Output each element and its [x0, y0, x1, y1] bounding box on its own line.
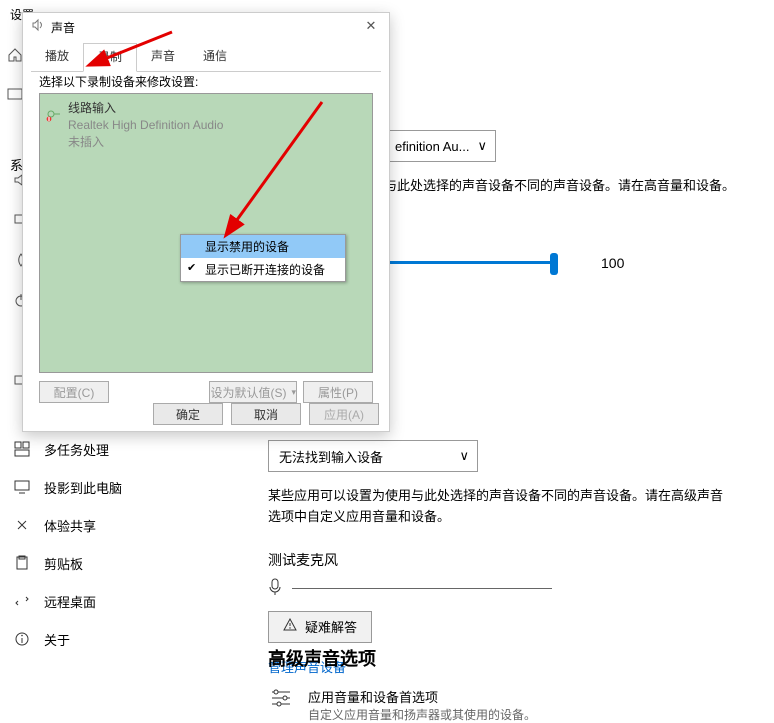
chevron-down-icon: ∨ [477, 138, 487, 154]
sidebar-item-label: 远程桌面 [44, 592, 96, 611]
output-device-dropdown[interactable]: efinition Au... ∨ [384, 130, 496, 162]
set-default-button[interactable]: 设为默认值(S) [209, 381, 297, 403]
app-volume-pref[interactable]: 应用音量和设备首选项 自定义应用音量和扬声器或其使用的设备。 [268, 687, 748, 723]
tab-playback[interactable]: 播放 [31, 43, 83, 71]
advanced-section: 高级声音选项 应用音量和设备首选项 自定义应用音量和扬声器或其使用的设备。 [268, 645, 748, 723]
sidebar-item-share[interactable]: 体验共享 [10, 506, 190, 544]
configure-button[interactable]: 配置(C) [39, 381, 109, 403]
check-icon: ✔ [187, 261, 196, 274]
speaker-icon [31, 18, 45, 32]
menu-item-label: 显示已断开连接的设备 [205, 263, 325, 277]
sound-dialog: 声音 ✕ 播放 录制 声音 通信 选择以下录制设备来修改设置: 线路输入 Rea… [22, 12, 390, 432]
menu-show-disconnected[interactable]: ✔ 显示已断开连接的设备 [181, 258, 345, 281]
slider-thumb[interactable] [550, 253, 558, 275]
tab-sounds[interactable]: 声音 [137, 43, 189, 71]
input-device-dropdown[interactable]: 无法找到输入设备 ∨ [268, 440, 478, 472]
tab-recording[interactable]: 录制 [83, 43, 137, 72]
input-description: 某些应用可以设置为使用与此处选择的声音设备不同的声音设备。请在高级声音选项中自定… [268, 486, 728, 528]
sliders-icon [268, 687, 294, 709]
tab-communications[interactable]: 通信 [189, 43, 241, 71]
mic-level-bar [292, 588, 552, 589]
mic-test-row [268, 578, 748, 599]
menu-item-label: 显示禁用的设备 [205, 240, 289, 254]
sidebar-item-label: 投影到此电脑 [44, 478, 122, 497]
multitask-icon [14, 441, 30, 457]
menu-show-disabled[interactable]: 显示禁用的设备 [181, 235, 345, 258]
tab-strip: 播放 录制 声音 通信 [31, 43, 381, 72]
dialog-title: 声音 [51, 19, 75, 36]
slider-value: 100 [601, 255, 624, 271]
output-description: 与此处选择的声音设备不同的声音设备。请在高音量和设备。 [384, 176, 748, 197]
microphone-icon [268, 578, 282, 599]
sidebar-item-remote[interactable]: 远程桌面 [10, 582, 190, 620]
troubleshoot-button[interactable]: 疑难解答 [268, 611, 372, 643]
device-item-line-in[interactable]: 线路输入 Realtek High Definition Audio 未插入 [40, 94, 372, 152]
sidebar-item-label: 剪贴板 [44, 554, 83, 573]
sidebar-item-about[interactable]: 关于 [10, 620, 190, 658]
test-mic-label: 测试麦克风 [268, 550, 748, 570]
advanced-heading: 高级声音选项 [268, 645, 748, 671]
troubleshoot-label: 疑难解答 [305, 617, 357, 636]
cancel-button[interactable]: 取消 [231, 403, 301, 425]
dialog-footer: 确定 取消 应用(A) [153, 403, 379, 425]
device-list[interactable]: 线路输入 Realtek High Definition Audio 未插入 显… [39, 93, 373, 373]
dialog-button-row: 配置(C) 设为默认值(S) 属性(P) [39, 381, 373, 403]
sidebar-item-label: 体验共享 [44, 516, 96, 535]
line-in-icon [46, 106, 62, 122]
dialog-instruction: 选择以下录制设备来修改设置: [39, 73, 198, 90]
context-menu: 显示禁用的设备 ✔ 显示已断开连接的设备 [180, 234, 346, 282]
sidebar-item-label: 多任务处理 [44, 440, 109, 459]
input-device-value: 无法找到输入设备 [279, 447, 383, 466]
pref-title: 应用音量和设备首选项 [308, 687, 536, 706]
sidebar-item-clipboard[interactable]: 剪贴板 [10, 544, 190, 582]
output-device-value: efinition Au... [395, 139, 469, 154]
remote-icon [14, 593, 30, 609]
ok-button[interactable]: 确定 [153, 403, 223, 425]
properties-button[interactable]: 属性(P) [303, 381, 373, 403]
share-icon [14, 517, 30, 533]
about-icon [14, 631, 30, 647]
input-section: 无法找到输入设备 ∨ 某些应用可以设置为使用与此处选择的声音设备不同的声音设备。… [268, 440, 748, 676]
close-button[interactable]: ✕ [361, 17, 381, 35]
clipboard-icon [14, 555, 30, 571]
sidebar-item-project[interactable]: 投影到此电脑 [10, 468, 190, 506]
pref-subtitle: 自定义应用音量和扬声器或其使用的设备。 [308, 706, 536, 723]
device-status: 未插入 [68, 134, 364, 151]
device-driver: Realtek High Definition Audio [68, 117, 364, 134]
warning-icon [283, 618, 297, 635]
sidebar-item-multitask[interactable]: 多任务处理 [10, 430, 190, 468]
sidebar-item-label: 关于 [44, 630, 70, 649]
apply-button[interactable]: 应用(A) [309, 403, 379, 425]
device-name: 线路输入 [68, 100, 364, 117]
sidebar: 多任务处理 投影到此电脑 体验共享 剪贴板 远程桌面 关于 [10, 430, 190, 658]
chevron-down-icon: ∨ [459, 448, 469, 464]
project-icon [14, 479, 30, 495]
